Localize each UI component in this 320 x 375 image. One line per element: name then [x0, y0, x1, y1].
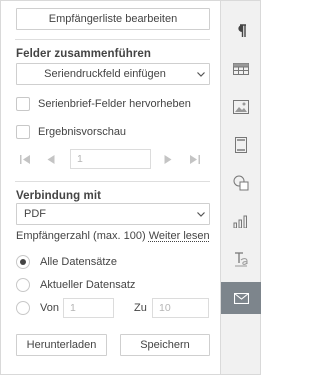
- record-range-radio[interactable]: [16, 301, 30, 315]
- mail-merge-icon[interactable]: [221, 282, 261, 314]
- read-more-link[interactable]: Weiter lesen: [149, 230, 210, 242]
- paragraph-icon[interactable]: [221, 15, 261, 47]
- edit-recipient-list-button[interactable]: Empfängerliste bearbeiten: [16, 8, 210, 30]
- connect-with-title: Verbindung mit: [16, 190, 102, 202]
- preview-results-checkbox[interactable]: [16, 125, 30, 139]
- all-records-label: Alle Datensätze: [40, 256, 118, 268]
- divider: [15, 181, 210, 182]
- all-records-radio[interactable]: [16, 255, 30, 269]
- first-record-icon[interactable]: [18, 152, 32, 166]
- text-art-icon[interactable]: [221, 243, 261, 275]
- insert-merge-field-select[interactable]: Seriendruckfeld einfügen: [16, 63, 210, 85]
- connect-with-select[interactable]: PDF: [16, 203, 210, 225]
- shape-icon[interactable]: [221, 167, 261, 199]
- to-input[interactable]: 10: [152, 298, 209, 318]
- connect-with-value: PDF: [24, 208, 46, 220]
- highlight-fields-label: Serienbrief-Felder hervorheben: [38, 98, 191, 110]
- previous-record-icon[interactable]: [44, 152, 58, 166]
- chevron-down-icon: [193, 204, 209, 224]
- from-label: Von: [40, 302, 59, 314]
- recipient-count-line: Empfängerzahl (max. 100) Weiter lesen: [16, 230, 210, 242]
- image-icon[interactable]: [221, 91, 261, 123]
- to-label: Zu: [134, 302, 147, 314]
- recipient-count-label: Empfängerzahl (max. 100): [16, 230, 146, 242]
- merge-fields-title: Felder zusammenführen: [16, 48, 152, 60]
- preview-results-label: Ergebnisvorschau: [38, 126, 127, 138]
- highlight-fields-checkbox[interactable]: [16, 97, 30, 111]
- last-record-icon[interactable]: [187, 152, 201, 166]
- chart-icon[interactable]: [221, 205, 261, 237]
- mail-merge-settings-panel: Empfängerliste bearbeiten Felder zusamme…: [1, 1, 220, 374]
- insert-merge-field-value: Seriendruckfeld einfügen: [44, 68, 166, 80]
- right-sidebar: [220, 1, 261, 374]
- save-button[interactable]: Speichern: [120, 334, 210, 356]
- header-footer-icon[interactable]: [221, 129, 261, 161]
- record-number-input[interactable]: 1: [70, 149, 151, 169]
- divider: [15, 39, 210, 40]
- from-input[interactable]: 1: [63, 298, 114, 318]
- current-record-radio[interactable]: [16, 278, 30, 292]
- download-button[interactable]: Herunterladen: [16, 334, 107, 356]
- current-record-label: Aktueller Datensatz: [40, 279, 136, 291]
- table-icon[interactable]: [221, 53, 261, 85]
- next-record-icon[interactable]: [161, 152, 175, 166]
- chevron-down-icon: [193, 64, 209, 84]
